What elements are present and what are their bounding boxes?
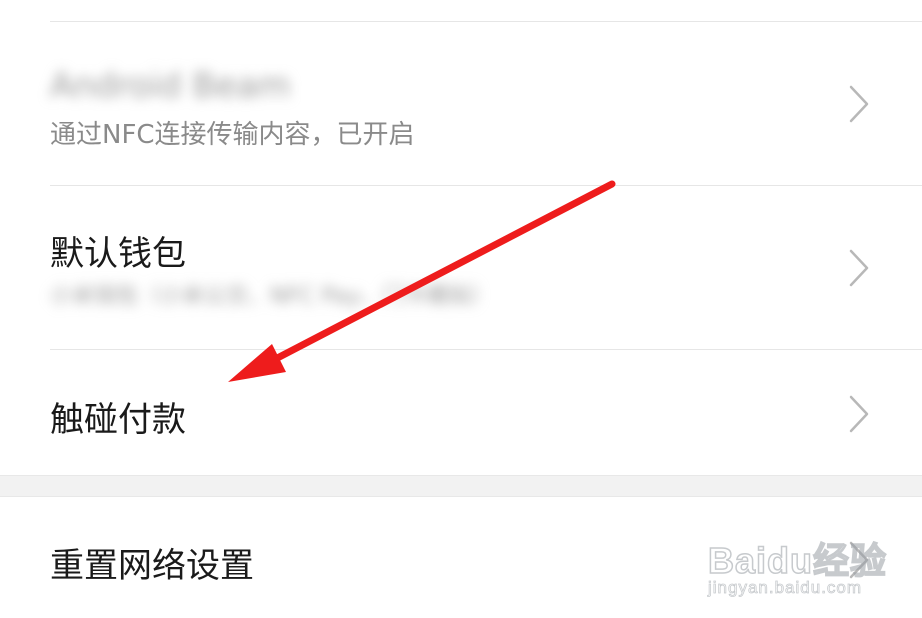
setting-item-default-wallet[interactable]: 默认钱包 小米钱包（小米公交、NFC Pay、门卡模拟） [0,186,922,349]
setting-subtitle-android-beam: 通过NFC连接传输内容，已开启 [50,120,415,150]
setting-item-tap-and-pay[interactable]: 触碰付款 [0,350,922,475]
chevron-right-icon [849,395,869,433]
setting-subtitle-default-wallet: 小米钱包（小米公交、NFC Pay、门卡模拟） [50,284,493,309]
section-separator [0,475,922,497]
setting-title-default-wallet: 默认钱包 [50,234,186,274]
setting-title-android-beam: Android Beam [50,66,291,106]
setting-title-tap-and-pay: 触碰付款 [50,400,186,440]
chevron-right-icon [849,85,869,123]
watermark-url-text: jingyan.baidu.com [708,578,863,598]
chevron-right-icon [849,249,869,287]
setting-title-reset-network: 重置网络设置 [50,546,254,586]
baidu-jingyan-watermark: Baidu经验 jingyan.baidu.com [700,520,890,600]
setting-item-android-beam[interactable]: Android Beam 通过NFC连接传输内容，已开启 [0,22,922,185]
settings-screen: Android Beam 通过NFC连接传输内容，已开启 默认钱包 小米钱包（小… [0,0,922,618]
watermark-logo-text: Baidu经验 [707,539,888,582]
